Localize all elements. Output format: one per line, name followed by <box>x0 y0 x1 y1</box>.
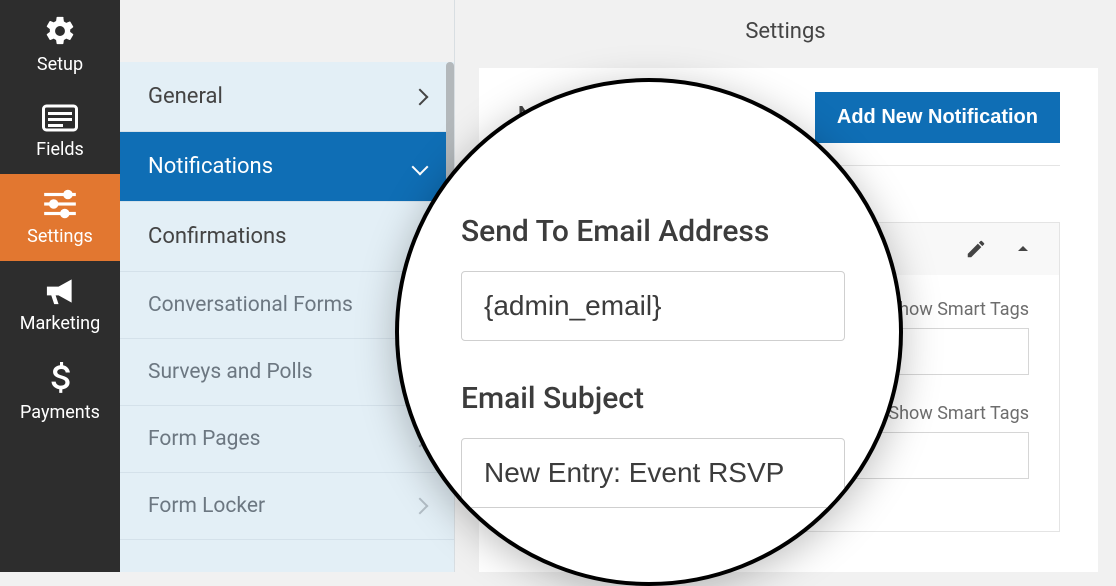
chevron-right-icon <box>414 84 426 109</box>
sidebar-item-label: Conversational Forms <box>148 293 353 317</box>
pencil-icon[interactable] <box>965 238 987 260</box>
sidebar-item-formlocker[interactable]: Form Locker <box>120 473 454 540</box>
nav-fields[interactable]: Fields <box>0 89 120 174</box>
primary-nav: Setup Fields Settings Marketing Payments <box>0 0 120 572</box>
chevron-down-icon <box>414 154 426 179</box>
nav-marketing-label: Marketing <box>20 313 100 334</box>
chevron-up-icon[interactable] <box>1011 237 1035 261</box>
sendto-label: Send To Email Address <box>461 214 845 249</box>
list-icon <box>42 103 78 133</box>
nav-settings[interactable]: Settings <box>0 174 120 261</box>
sidebar-item-notifications[interactable]: Notifications <box>120 132 454 202</box>
sidebar-item-label: General <box>148 84 223 109</box>
sidebar-item-label: Surveys and Polls <box>148 360 313 384</box>
sidebar-scrollbar[interactable] <box>446 62 454 182</box>
sidebar-item-label: Form Locker <box>148 494 265 518</box>
magnifier-lens: Send To Email Address Email Subject <box>395 78 903 586</box>
main-header-title: Settings <box>745 19 825 44</box>
main-header: Settings <box>455 0 1116 62</box>
nav-setup-label: Setup <box>37 54 83 75</box>
sidebar-item-label: Notifications <box>148 154 273 179</box>
subject-input[interactable] <box>461 438 845 508</box>
nav-marketing[interactable]: Marketing <box>0 261 120 348</box>
subject-label: Email Subject <box>461 381 845 416</box>
sidebar-item-formpages[interactable]: Form Pages <box>120 406 454 473</box>
nav-setup[interactable]: Setup <box>0 0 120 89</box>
nav-payments-label: Payments <box>20 402 100 423</box>
sidebar-item-general[interactable]: General <box>120 62 454 132</box>
sendto-input[interactable] <box>461 271 845 341</box>
chevron-right-icon <box>414 494 426 518</box>
nav-settings-label: Settings <box>27 226 93 247</box>
add-notification-button[interactable]: Add New Notification <box>815 92 1060 143</box>
sliders-icon <box>41 188 79 220</box>
sidebar-item-label: Form Pages <box>148 427 260 451</box>
bullhorn-icon <box>42 275 78 307</box>
dollar-icon <box>47 362 73 396</box>
sidebar-item-label: Confirmations <box>148 224 287 249</box>
gear-icon <box>43 14 77 48</box>
nav-fields-label: Fields <box>36 139 84 160</box>
nav-payments[interactable]: Payments <box>0 348 120 437</box>
